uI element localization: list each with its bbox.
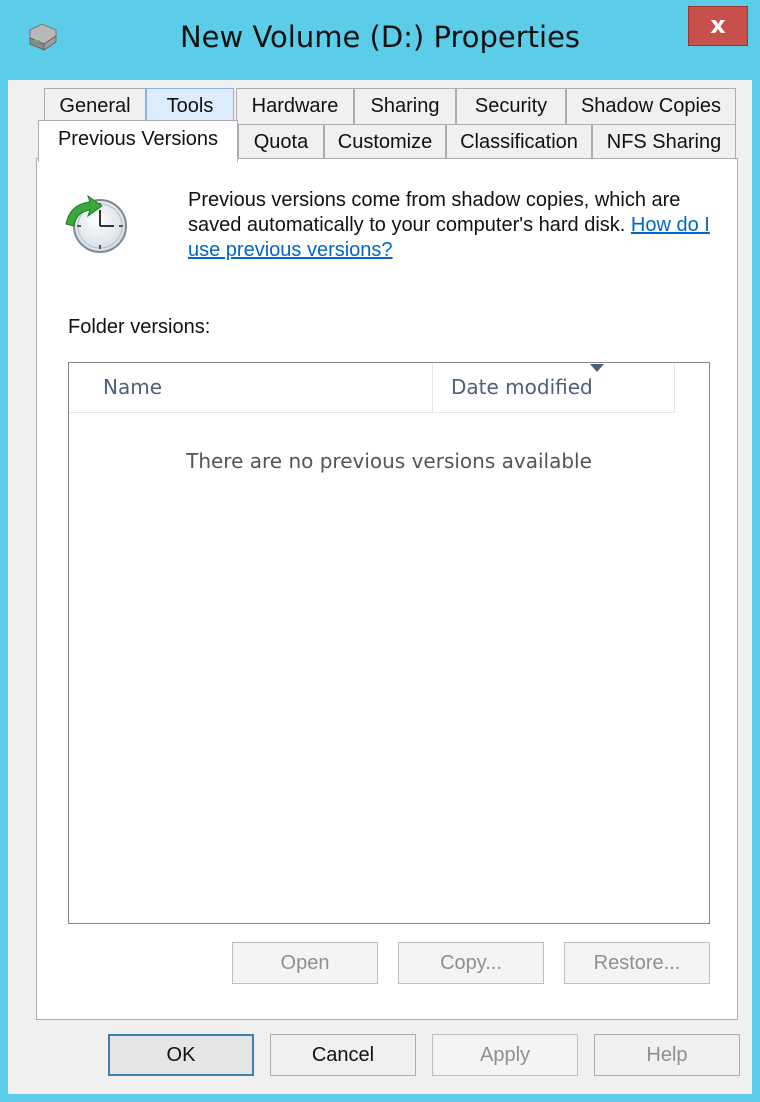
tab-tools[interactable]: Tools — [146, 88, 234, 124]
column-header-name[interactable]: Name — [69, 363, 433, 413]
copy-button[interactable]: Copy... — [398, 942, 544, 984]
folder-versions-label: Folder versions: — [68, 316, 211, 338]
close-button[interactable]: x — [688, 6, 748, 46]
ok-button[interactable]: OK — [108, 1034, 254, 1076]
help-button[interactable]: Help — [594, 1034, 740, 1076]
restore-button[interactable]: Restore... — [564, 942, 710, 984]
sort-descending-icon — [590, 364, 604, 372]
tab-hardware[interactable]: Hardware — [236, 88, 354, 124]
column-header-date-modified[interactable]: Date modified — [433, 363, 675, 413]
empty-list-message: There are no previous versions available — [186, 449, 592, 473]
intro-text: Previous versions come from shadow copie… — [188, 188, 728, 263]
tab-previous-versions[interactable]: Previous Versions — [38, 120, 238, 162]
tab-security[interactable]: Security — [456, 88, 566, 124]
tab-classification[interactable]: Classification — [446, 124, 592, 160]
folder-versions-list[interactable]: Name Date modified There are no previous… — [68, 362, 710, 924]
tab-quota[interactable]: Quota — [238, 124, 324, 160]
apply-button[interactable]: Apply — [432, 1034, 578, 1076]
tab-general[interactable]: General — [44, 88, 146, 124]
title-bar[interactable]: New Volume (D:) Properties x — [0, 0, 760, 80]
previous-versions-clock-icon — [65, 194, 127, 253]
tab-nfs-sharing[interactable]: NFS Sharing — [592, 124, 736, 160]
tab-shadow-copies[interactable]: Shadow Copies — [566, 88, 736, 124]
window-title: New Volume (D:) Properties — [179, 20, 581, 54]
tab-customize[interactable]: Customize — [324, 124, 446, 160]
intro-description: Previous versions come from shadow copie… — [188, 189, 681, 236]
open-button[interactable]: Open — [232, 942, 378, 984]
tab-sharing[interactable]: Sharing — [354, 88, 456, 124]
cancel-button[interactable]: Cancel — [270, 1034, 416, 1076]
